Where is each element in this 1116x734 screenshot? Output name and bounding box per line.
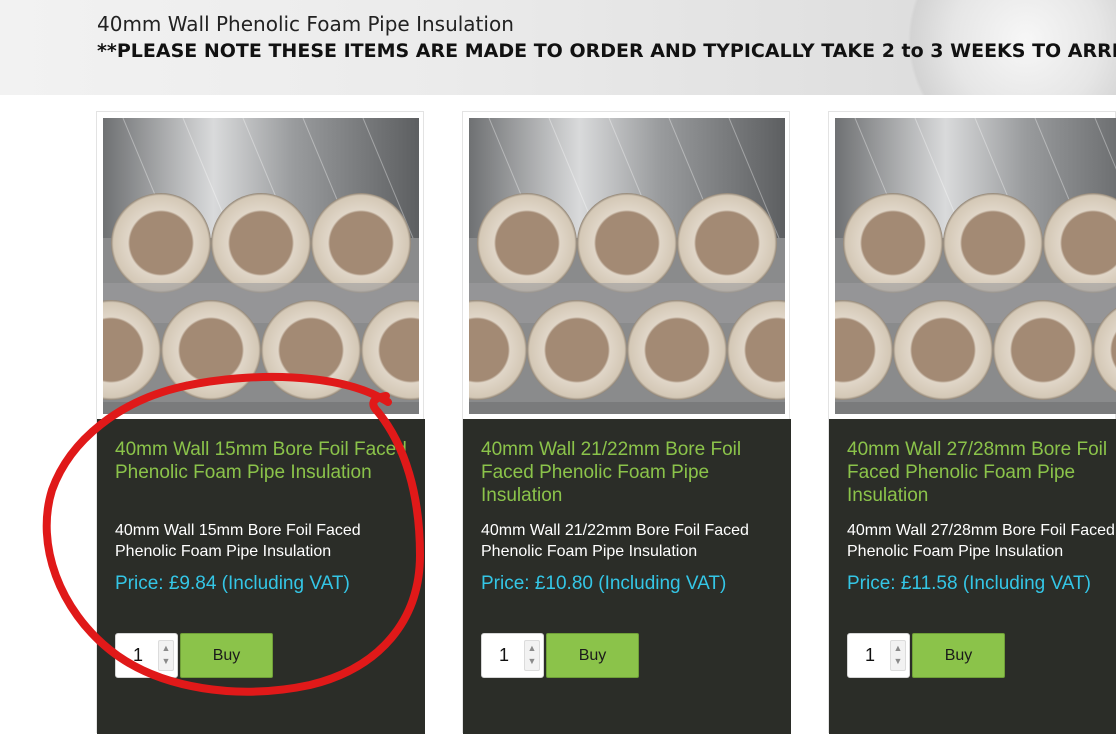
quantity-input[interactable] bbox=[116, 634, 156, 677]
quantity-input[interactable] bbox=[482, 634, 522, 677]
quantity-spinner: ▲ ▼ bbox=[158, 640, 174, 671]
quantity-input[interactable] bbox=[848, 634, 888, 677]
chevron-up-icon[interactable]: ▲ bbox=[527, 642, 537, 655]
pipe-insulation-photo bbox=[469, 118, 785, 414]
product-details: 40mm Wall 21/22mm Bore Foil Faced Phenol… bbox=[463, 419, 791, 734]
chevron-up-icon[interactable]: ▲ bbox=[893, 642, 903, 655]
quantity-spinner: ▲ ▼ bbox=[524, 640, 540, 671]
quantity-stepper: ▲ ▼ bbox=[481, 633, 544, 678]
product-description: 40mm Wall 15mm Bore Foil Faced Phenolic … bbox=[115, 522, 361, 560]
quantity-stepper: ▲ ▼ bbox=[847, 633, 910, 678]
pipe-insulation-photo bbox=[103, 118, 419, 414]
product-details: 40mm Wall 15mm Bore Foil Faced Phenolic … bbox=[97, 419, 425, 734]
product-card: 40mm Wall 27/28mm Bore Foil Faced Phenol… bbox=[828, 111, 1116, 734]
product-details: 40mm Wall 27/28mm Bore Foil Faced Phenol… bbox=[829, 419, 1116, 734]
quantity-stepper: ▲ ▼ bbox=[115, 633, 178, 678]
product-title-link[interactable]: 40mm Wall 21/22mm Bore Foil Faced Phenol… bbox=[481, 438, 781, 507]
buy-button[interactable]: Buy bbox=[546, 633, 639, 678]
product-title-link[interactable]: 40mm Wall 27/28mm Bore Foil Faced Phenol… bbox=[847, 438, 1116, 507]
made-to-order-notice: **PLEASE NOTE THESE ITEMS ARE MADE TO OR… bbox=[97, 40, 1116, 62]
pipe-insulation-photo bbox=[835, 118, 1116, 414]
page-banner: 40mm Wall Phenolic Foam Pipe Insulation … bbox=[0, 0, 1116, 95]
buy-button[interactable]: Buy bbox=[912, 633, 1005, 678]
chevron-down-icon[interactable]: ▼ bbox=[161, 655, 171, 668]
chevron-down-icon[interactable]: ▼ bbox=[893, 655, 903, 668]
chevron-up-icon[interactable]: ▲ bbox=[161, 642, 171, 655]
product-card: 40mm Wall 21/22mm Bore Foil Faced Phenol… bbox=[462, 111, 791, 734]
product-card: 40mm Wall 15mm Bore Foil Faced Phenolic … bbox=[96, 111, 425, 734]
product-title-link[interactable]: 40mm Wall 15mm Bore Foil Faced Phenolic … bbox=[115, 438, 415, 484]
product-price: Price: £9.84 (Including VAT) bbox=[115, 573, 350, 594]
product-description: 40mm Wall 27/28mm Bore Foil Faced Phenol… bbox=[847, 522, 1115, 560]
quantity-spinner: ▲ ▼ bbox=[890, 640, 906, 671]
buy-button[interactable]: Buy bbox=[180, 633, 273, 678]
product-price: Price: £11.58 (Including VAT) bbox=[847, 573, 1091, 594]
chevron-down-icon[interactable]: ▼ bbox=[527, 655, 537, 668]
product-price: Price: £10.80 (Including VAT) bbox=[481, 573, 727, 594]
product-image[interactable] bbox=[469, 118, 785, 414]
product-image[interactable] bbox=[103, 118, 419, 414]
product-description: 40mm Wall 21/22mm Bore Foil Faced Phenol… bbox=[481, 522, 749, 560]
product-image[interactable] bbox=[835, 118, 1116, 414]
category-title: 40mm Wall Phenolic Foam Pipe Insulation bbox=[97, 12, 514, 36]
